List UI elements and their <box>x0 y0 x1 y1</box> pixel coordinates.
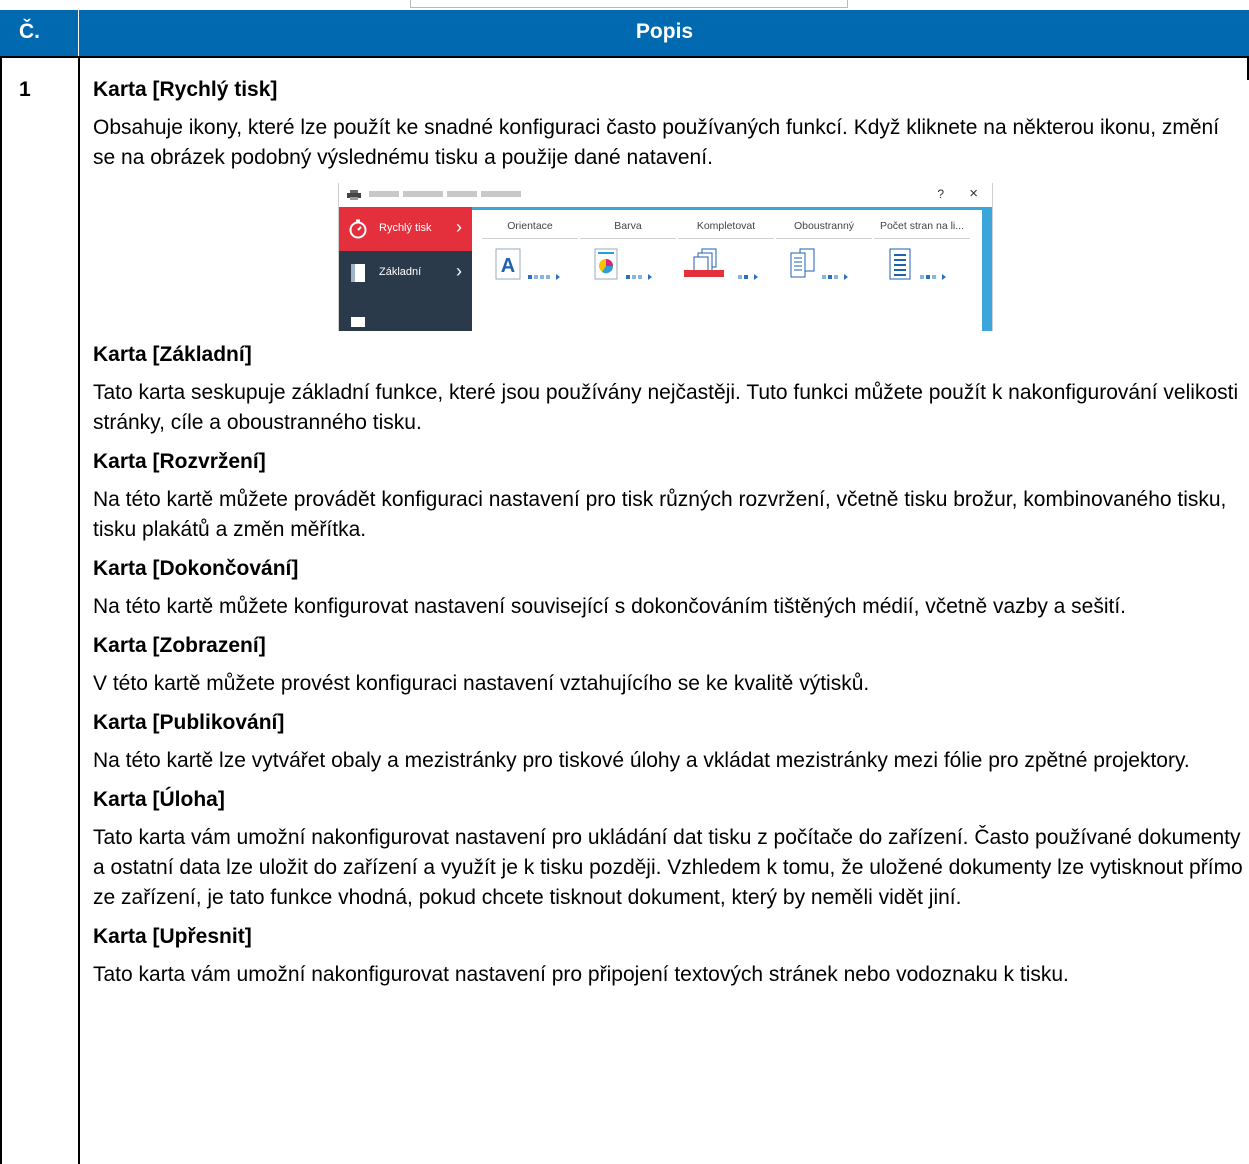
printer-icon <box>347 190 361 200</box>
row-description: Karta [Rychlý tisk] Obsahuje ikony, kter… <box>93 66 1243 990</box>
svg-text:A: A <box>501 255 515 277</box>
column-divider-line <box>874 237 970 239</box>
column-label: Orientace <box>507 220 553 232</box>
section-body: Na této kartě lze vytvářet obaly a mezis… <box>93 749 1190 772</box>
sidebar-item-zakladni: Základní › <box>339 251 472 295</box>
section-body: Tato karta vám umožní nakonfigurovat nas… <box>93 963 1069 986</box>
header-number: Č. <box>0 10 79 56</box>
section-body: Tato karta vám umožní nakonfigurovat nas… <box>93 826 1243 909</box>
section-body: Tato karta seskupuje základní funkce, kt… <box>93 381 1239 434</box>
sidebar-item-rychly-tisk: Rychlý tisk › <box>339 207 472 251</box>
carousel-dots-icon <box>919 273 946 280</box>
column-divider-line <box>776 237 872 239</box>
chevron-right-icon: › <box>456 217 462 237</box>
carousel-dots-icon <box>821 273 848 280</box>
column-divider-line <box>580 237 676 239</box>
section-title: Karta [Úloha] <box>93 788 225 811</box>
sidebar-item-partial <box>339 295 472 331</box>
top-frame-remnant <box>410 0 848 8</box>
section-title: Karta [Zobrazení] <box>93 634 266 657</box>
layout-icon <box>351 317 365 327</box>
pages-per-sheet-icon <box>889 248 911 280</box>
section-title: Karta [Publikování] <box>93 711 285 734</box>
sidebar-item-label: Rychlý tisk <box>379 222 432 234</box>
table-header: Č. Popis <box>0 10 1249 56</box>
screenshot-container: ? × Rychlý tisk › Základní › Orientace A… <box>93 173 1243 331</box>
carousel-dots-icon <box>737 273 758 280</box>
quick-print-panel: Orientace A Barva Kompletovat Oboustrann… <box>472 207 982 331</box>
column-label: Barva <box>614 220 642 232</box>
stopwatch-icon <box>349 219 367 239</box>
row-top-border <box>0 56 1249 58</box>
column-label: Počet stran na li... <box>879 220 965 232</box>
section-title: Karta [Rozvržení] <box>93 450 266 473</box>
dialog-scrollbar <box>982 207 992 331</box>
column-label: Oboustranný <box>793 220 855 232</box>
help-icon: ? <box>937 187 944 201</box>
dialog-sidebar: Rychlý tisk › Základní › <box>339 207 472 331</box>
column-divider-line <box>482 237 578 239</box>
quick-print-column-oboustranny: Oboustranný <box>776 220 872 284</box>
section-body: Obsahuje ikony, které lze použít ke snad… <box>93 116 1220 169</box>
section-title: Karta [Upřesnit] <box>93 925 252 948</box>
color-icon <box>594 248 618 280</box>
blurred-title-text <box>369 191 521 197</box>
quick-print-column-barva: Barva <box>580 220 676 284</box>
column-divider <box>78 56 80 1164</box>
printer-dialog-screenshot: ? × Rychlý tisk › Základní › Orientace A… <box>338 183 993 331</box>
column-label: Kompletovat <box>696 220 756 232</box>
section-body: Na této kartě můžete konfigurovat nastav… <box>93 595 1127 618</box>
collate-icon <box>684 248 725 277</box>
header-description: Popis <box>635 20 694 43</box>
carousel-dots-icon <box>625 273 652 280</box>
close-icon: × <box>969 185 978 202</box>
row-number: 1 <box>19 78 31 101</box>
quick-print-column-pocet-stran: Počet stran na li... <box>874 220 970 284</box>
dialog-titlebar: ? × <box>339 183 992 207</box>
duplex-icon <box>790 248 815 278</box>
sidebar-item-label: Základní <box>379 266 422 278</box>
quick-print-column-orientace: Orientace A <box>482 220 578 284</box>
carousel-dots-icon <box>527 273 560 280</box>
section-title: Karta [Základní] <box>93 343 252 366</box>
chevron-right-icon: › <box>456 261 462 281</box>
section-body: V této kartě můžete provést konfiguraci … <box>93 672 870 695</box>
orientation-icon: A <box>495 248 521 280</box>
section-body: Na této kartě můžete provádět konfigurac… <box>93 488 1227 541</box>
table-left-border <box>0 56 2 1164</box>
quick-print-column-kompletovat: Kompletovat <box>678 220 774 284</box>
description-table: Č. Popis 1 Karta [Rychlý tisk] Obsahuje … <box>0 10 1249 1164</box>
section-title: Karta [Rychlý tisk] <box>93 78 278 101</box>
page-icon <box>351 264 365 282</box>
section-title: Karta [Dokončování] <box>93 557 299 580</box>
column-divider-line <box>678 237 774 239</box>
